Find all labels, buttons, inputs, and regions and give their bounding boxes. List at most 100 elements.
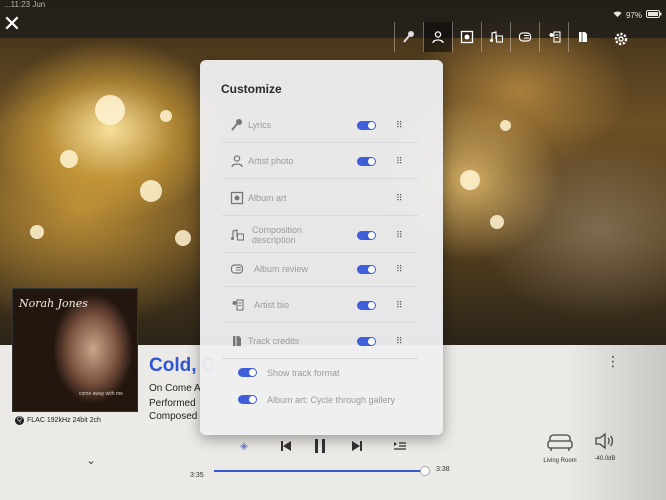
option-label: Artist bio bbox=[254, 300, 290, 310]
time-elapsed: 3:35 bbox=[190, 472, 204, 479]
option-album-art-cycle[interactable]: Album art: Cycle through gallery bbox=[200, 390, 443, 410]
person-icon bbox=[432, 31, 444, 44]
view-artist-bio-button[interactable] bbox=[539, 22, 568, 52]
pause-icon bbox=[315, 439, 325, 453]
seek-bar[interactable] bbox=[214, 466, 430, 476]
settings-button[interactable] bbox=[612, 30, 630, 48]
track-album-line: On Come A bbox=[149, 383, 201, 394]
option-track-credits[interactable]: Track credits ⠿ bbox=[200, 328, 443, 356]
radio-icon: ◈ bbox=[240, 440, 248, 452]
view-lyrics-button[interactable] bbox=[394, 22, 423, 52]
option-artist-bio[interactable]: Artist bio ⠿ bbox=[200, 292, 443, 320]
divider bbox=[222, 286, 418, 287]
speaker-icon bbox=[595, 432, 614, 450]
battery-percent: 97% bbox=[625, 10, 642, 20]
view-artist-photo-button[interactable] bbox=[423, 22, 452, 52]
option-lyrics[interactable]: Lyrics ⠿ bbox=[200, 112, 443, 140]
option-show-track-format[interactable]: Show track format bbox=[200, 363, 443, 383]
view-composition-button[interactable] bbox=[481, 22, 510, 52]
album-prefix: On bbox=[149, 383, 163, 394]
microphone-icon bbox=[230, 118, 244, 132]
seek-handle[interactable] bbox=[419, 466, 430, 476]
drag-handle-icon[interactable]: ⠿ bbox=[396, 119, 403, 131]
track-composed-line: Composed bbox=[149, 411, 198, 422]
pause-button[interactable] bbox=[310, 436, 330, 456]
view-track-credits-button[interactable] bbox=[568, 22, 597, 52]
close-icon: ✕ bbox=[2, 11, 22, 36]
option-composition-description[interactable]: Composition description ⠿ bbox=[200, 222, 443, 250]
view-album-art-button[interactable] bbox=[452, 22, 481, 52]
track-performed-line: Performed bbox=[149, 398, 196, 409]
album-icon bbox=[230, 191, 244, 205]
gear-icon bbox=[614, 32, 628, 46]
option-toggle[interactable] bbox=[357, 265, 376, 274]
drag-handle-icon[interactable]: ⠿ bbox=[396, 192, 403, 204]
status-time: ...11:23 Jun bbox=[4, 0, 46, 9]
panel-title: Customize bbox=[221, 82, 282, 96]
track-format: Q FLAC 192kHz 24bit 2ch bbox=[15, 416, 101, 425]
divider bbox=[222, 215, 418, 216]
composition-icon bbox=[230, 228, 245, 242]
credits-icon bbox=[230, 334, 244, 348]
divider bbox=[222, 142, 418, 143]
option-toggle[interactable] bbox=[238, 368, 257, 377]
option-label: Album review bbox=[254, 264, 309, 274]
format-text: FLAC 192kHz 24bit 2ch bbox=[27, 417, 101, 424]
next-button[interactable] bbox=[347, 436, 367, 456]
option-artist-photo[interactable]: Artist photo ⠿ bbox=[200, 148, 443, 176]
album-cover[interactable]: Norah Jones come away with me bbox=[12, 288, 138, 412]
radio-button[interactable]: ◈ bbox=[234, 436, 254, 456]
review-icon bbox=[230, 262, 244, 276]
credits-icon bbox=[579, 32, 587, 42]
album-icon bbox=[460, 30, 474, 44]
queue-icon bbox=[394, 442, 406, 450]
time-total: 3:38 bbox=[436, 466, 450, 473]
option-label: Lyrics bbox=[248, 120, 272, 130]
qobuz-icon: Q bbox=[15, 416, 24, 425]
skip-next-icon bbox=[352, 441, 362, 451]
option-toggle[interactable] bbox=[357, 121, 376, 130]
drag-handle-icon[interactable]: ⠿ bbox=[396, 299, 403, 311]
more-vertical-icon: ⋮ bbox=[606, 353, 620, 369]
view-toolbar bbox=[394, 22, 597, 52]
option-label: Show track format bbox=[267, 368, 340, 378]
bio-icon bbox=[549, 31, 561, 43]
queue-button[interactable] bbox=[390, 436, 410, 456]
option-toggle[interactable] bbox=[357, 231, 376, 240]
album-link[interactable]: Come A bbox=[165, 383, 201, 394]
skip-previous-icon bbox=[281, 441, 291, 451]
microphone-icon bbox=[403, 31, 414, 43]
drag-handle-icon[interactable]: ⠿ bbox=[396, 263, 403, 275]
option-album-review[interactable]: Album review ⠿ bbox=[200, 256, 443, 284]
option-toggle[interactable] bbox=[357, 337, 376, 346]
option-label: Track credits bbox=[248, 336, 300, 346]
option-album-art[interactable]: Album art ⠿ bbox=[200, 185, 443, 213]
collapse-button[interactable]: ⌄ bbox=[84, 454, 98, 467]
volume-label: -40.0dB bbox=[594, 456, 616, 462]
option-label: Composition description bbox=[252, 225, 303, 245]
drag-handle-icon[interactable]: ⠿ bbox=[396, 335, 403, 347]
battery-icon bbox=[646, 10, 662, 20]
person-icon bbox=[230, 154, 244, 168]
drag-handle-icon[interactable]: ⠿ bbox=[396, 229, 403, 241]
option-toggle[interactable] bbox=[357, 301, 376, 310]
drag-handle-icon[interactable]: ⠿ bbox=[396, 155, 403, 167]
customize-panel: Customize Lyrics ⠿ Artist photo ⠿ Album … bbox=[200, 60, 443, 435]
wifi-icon bbox=[613, 10, 622, 20]
more-options-button[interactable]: ⋮ bbox=[606, 353, 620, 369]
option-label: Album art: Cycle through gallery bbox=[267, 395, 396, 405]
option-toggle[interactable] bbox=[357, 157, 376, 166]
divider bbox=[222, 252, 418, 253]
option-label: Album art bbox=[248, 193, 287, 203]
sofa-icon bbox=[547, 434, 573, 451]
chevron-down-icon: ⌄ bbox=[86, 455, 96, 467]
close-button[interactable]: ✕ bbox=[2, 11, 22, 36]
review-icon bbox=[518, 32, 532, 42]
divider bbox=[222, 358, 418, 359]
previous-button[interactable] bbox=[276, 436, 296, 456]
option-toggle[interactable] bbox=[238, 395, 257, 404]
album-cover-artist: Norah Jones bbox=[19, 297, 88, 310]
view-album-review-button[interactable] bbox=[510, 22, 539, 52]
app-window: ...11:23 Jun 97% ✕ Norah Jones come away… bbox=[0, 0, 666, 500]
volume-button[interactable] bbox=[594, 432, 616, 452]
